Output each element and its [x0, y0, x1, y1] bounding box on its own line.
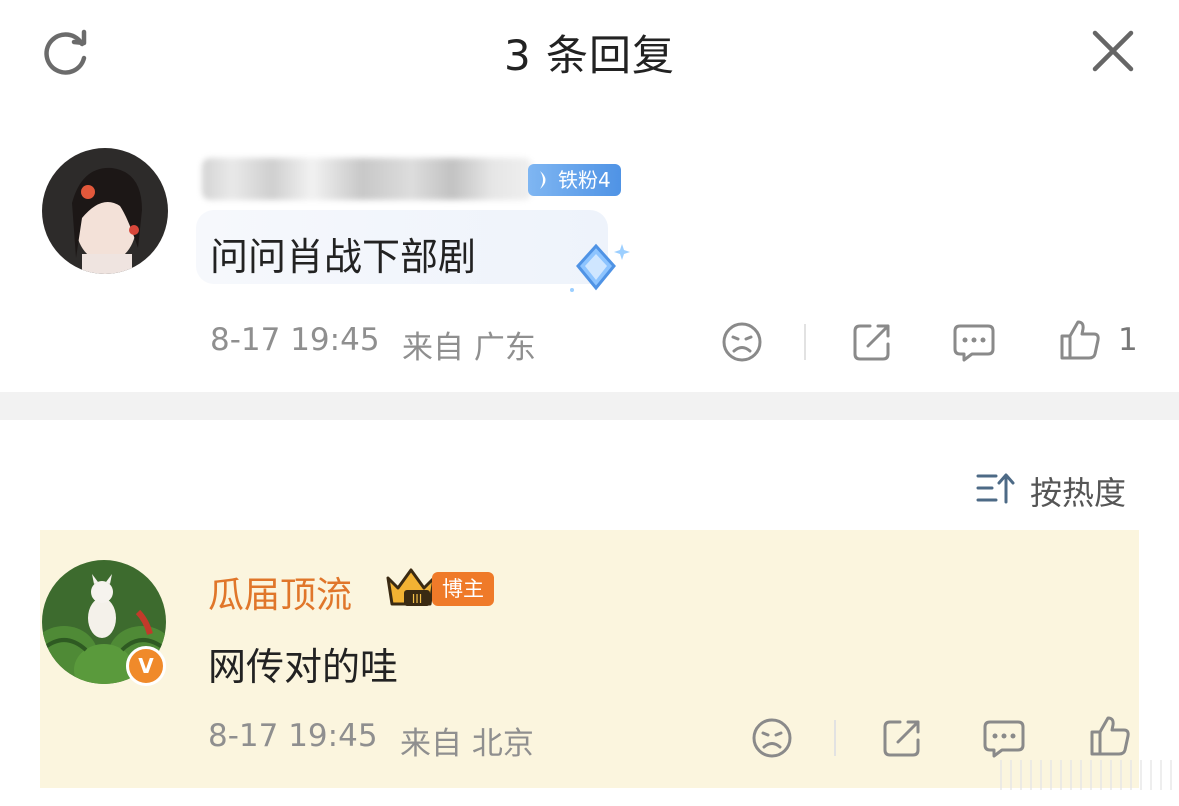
reply-like-icon[interactable] — [1088, 714, 1132, 758]
crown-icon: III — [384, 566, 438, 610]
comment-text: 问问肖战下部剧 — [210, 235, 477, 279]
watermark-pattern — [1000, 760, 1179, 790]
reply-share-icon[interactable] — [880, 716, 924, 760]
comment-time: 8-17 19:45 — [210, 322, 380, 358]
dislike-icon[interactable] — [720, 320, 764, 364]
sort-button[interactable]: 按热度 — [976, 468, 1138, 512]
reply-text: 网传对的哇 — [208, 645, 399, 689]
sort-icon — [976, 473, 1015, 504]
like-count: 1 — [1118, 322, 1138, 358]
like-icon[interactable] — [1058, 318, 1102, 362]
close-icon[interactable] — [1086, 24, 1140, 78]
fan-level-badge: 铁粉4 — [528, 164, 621, 196]
page-title: 3 条回复 — [503, 31, 676, 80]
reply-comment-icon[interactable] — [982, 716, 1026, 760]
diamond-icon — [560, 240, 632, 300]
verified-badge-icon: V — [126, 646, 166, 686]
avatar[interactable] — [42, 148, 168, 274]
comment-icon[interactable] — [952, 320, 996, 364]
reply-author-name[interactable]: 瓜届顶流 — [208, 566, 352, 618]
reply-time: 8-17 19:45 — [208, 718, 378, 754]
fan-badge-label: 铁粉4 — [558, 168, 611, 192]
sort-label: 按热度 — [1030, 474, 1127, 512]
svg-text:III: III — [412, 592, 423, 606]
share-icon[interactable] — [850, 320, 894, 364]
action-divider — [804, 324, 806, 360]
moon-icon — [540, 171, 546, 189]
reply-card — [40, 530, 1139, 788]
blogger-badge: 博主 — [432, 572, 494, 606]
reply-dislike-icon[interactable] — [750, 716, 794, 760]
reply-location: 来自 北京 — [400, 726, 534, 762]
comment-location: 来自 广东 — [402, 330, 536, 366]
section-separator — [0, 392, 1179, 420]
reply-action-divider — [834, 720, 836, 756]
username-blurred — [202, 158, 532, 200]
